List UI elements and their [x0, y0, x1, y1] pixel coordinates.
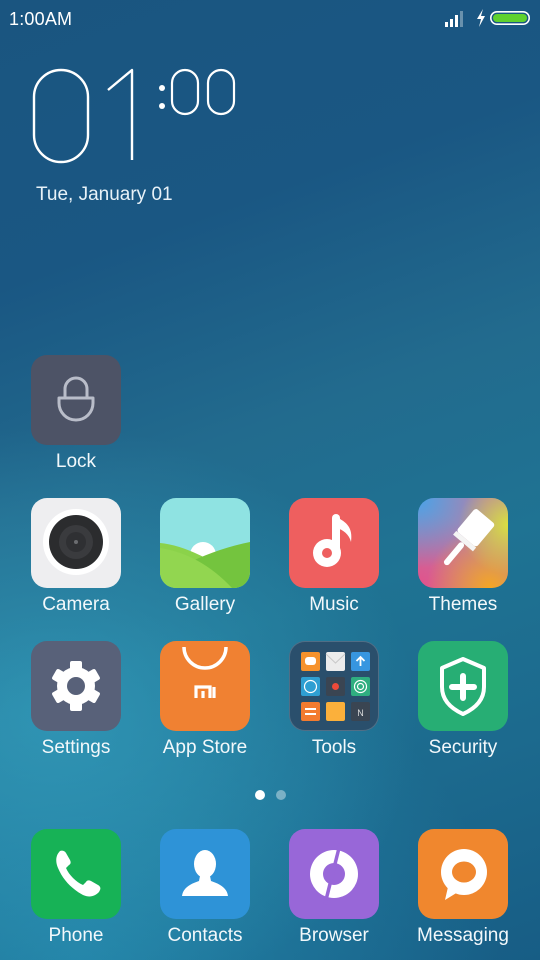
status-time: 1:00AM	[9, 9, 73, 29]
gallery-icon	[160, 498, 250, 588]
app-gallery[interactable]: Gallery	[145, 498, 265, 628]
page-dot[interactable]	[276, 790, 286, 800]
gear-icon	[31, 641, 121, 731]
page-dot-active[interactable]	[255, 790, 265, 800]
app-label: Security	[428, 737, 498, 758]
app-label: App Store	[162, 737, 248, 758]
signal-bars-icon	[445, 11, 463, 27]
app-label: Settings	[41, 737, 111, 758]
dock-phone[interactable]: Phone	[16, 829, 136, 959]
app-themes[interactable]: Themes	[403, 498, 523, 628]
status-bar: 1:00AM	[0, 0, 540, 38]
app-label: Music	[309, 594, 359, 615]
date-label: Tue, January 01	[36, 184, 173, 205]
camera-icon	[31, 498, 121, 588]
app-app-store[interactable]: App Store	[145, 641, 265, 771]
app-label: Themes	[428, 594, 498, 615]
mi-bag-icon	[160, 641, 250, 731]
app-camera[interactable]: Camera	[16, 498, 136, 628]
clock-widget[interactable]	[30, 60, 270, 170]
paintbrush-icon	[418, 498, 508, 588]
dock-contacts[interactable]: Contacts	[145, 829, 265, 959]
lock-icon	[31, 355, 121, 445]
dock-messaging[interactable]: Messaging	[403, 829, 523, 959]
phone-icon	[31, 829, 121, 919]
charging-bolt-icon	[477, 9, 485, 27]
app-label: Tools	[311, 737, 357, 758]
app-label: Camera	[42, 594, 110, 615]
app-settings[interactable]: Settings	[16, 641, 136, 771]
music-note-icon	[289, 498, 379, 588]
app-lock[interactable]: Lock	[16, 355, 136, 485]
app-label: Lock	[55, 451, 97, 472]
browser-icon	[289, 829, 379, 919]
app-label: Gallery	[174, 594, 236, 615]
app-label: Messaging	[417, 925, 509, 946]
app-music[interactable]: Music	[274, 498, 394, 628]
dock-browser[interactable]: Browser	[274, 829, 394, 959]
app-label: Browser	[299, 925, 369, 946]
folder-tools[interactable]: N Tools	[274, 641, 394, 771]
folder-icon: N	[289, 641, 379, 731]
app-label: Contacts	[167, 925, 243, 946]
contact-person-icon	[160, 829, 250, 919]
shield-plus-icon	[418, 641, 508, 731]
page-indicator	[0, 790, 540, 802]
app-label: Phone	[48, 925, 104, 946]
app-security[interactable]: Security	[403, 641, 523, 771]
chat-bubble-icon	[418, 829, 508, 919]
svg-text:N: N	[357, 708, 364, 718]
clock-digits	[32, 68, 236, 164]
battery-icon	[490, 11, 530, 25]
